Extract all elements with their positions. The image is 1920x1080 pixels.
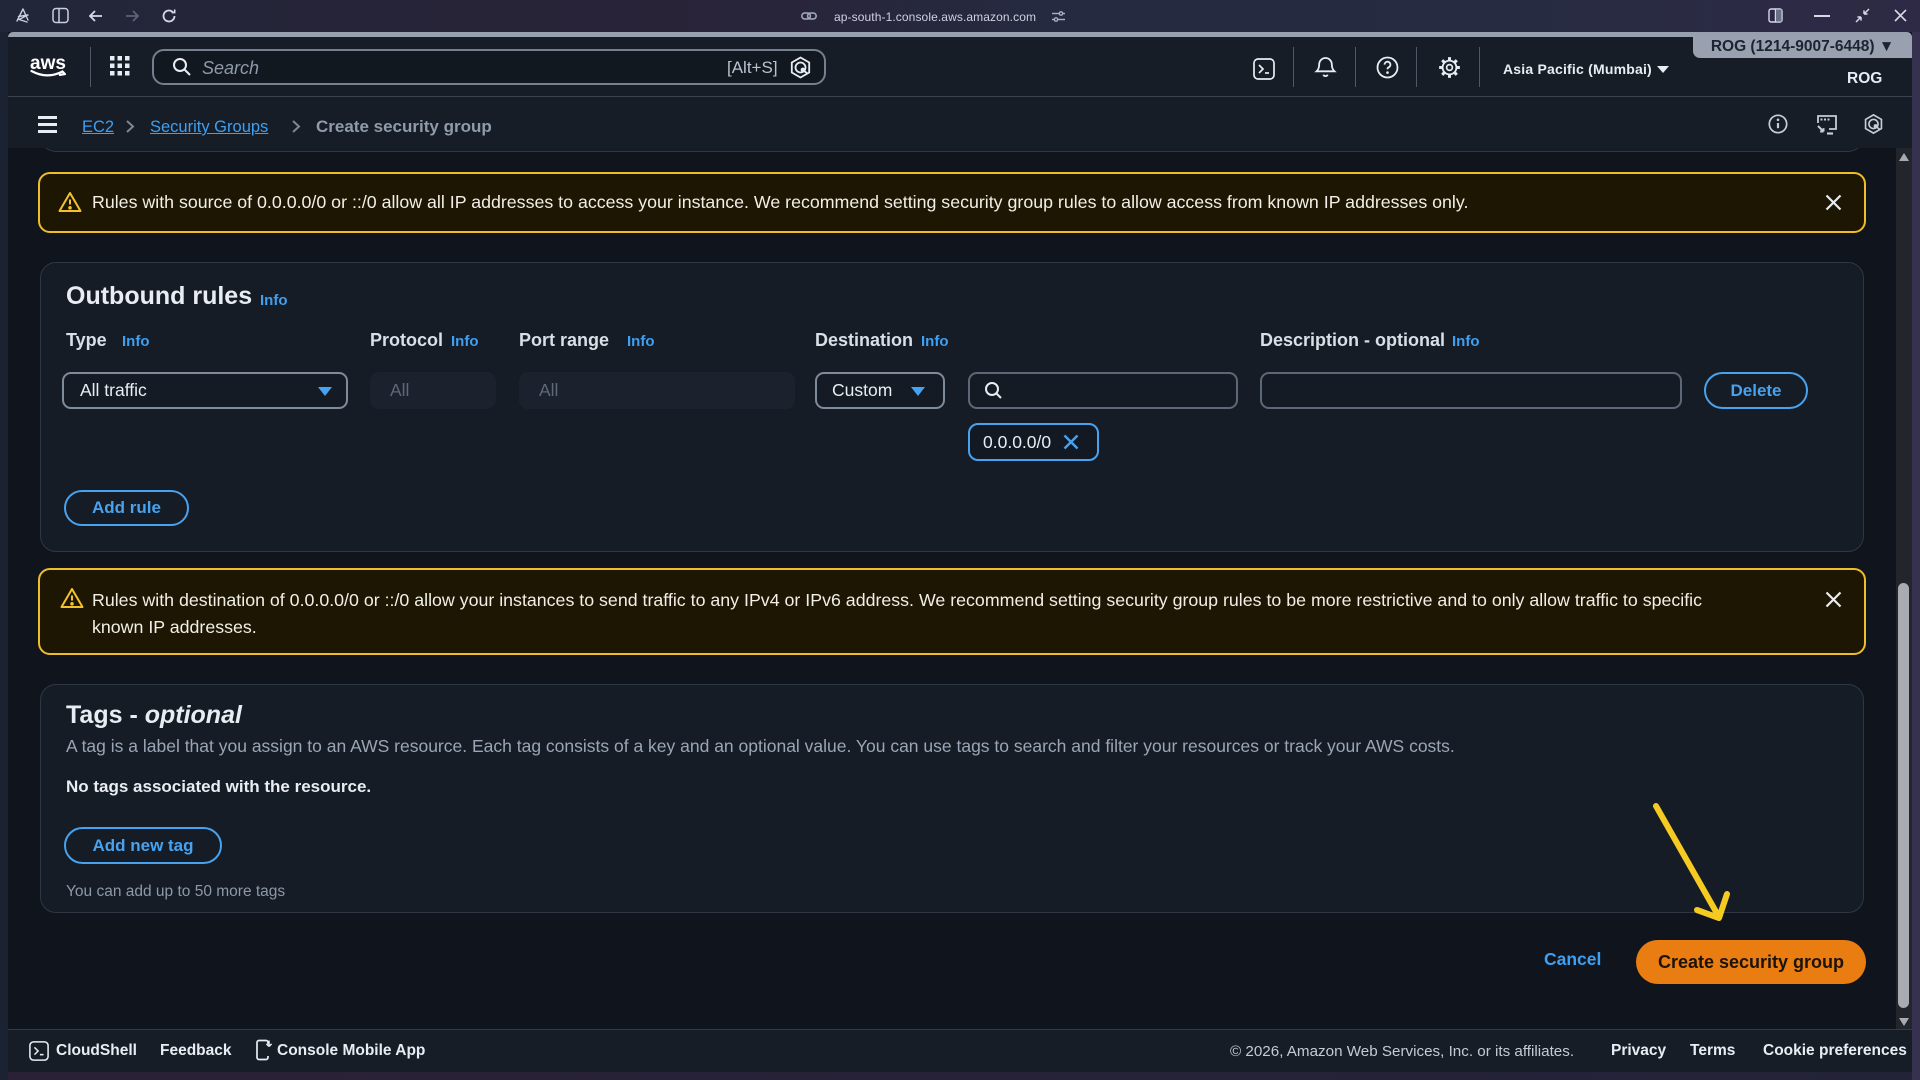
svg-text:aws: aws xyxy=(30,53,66,74)
